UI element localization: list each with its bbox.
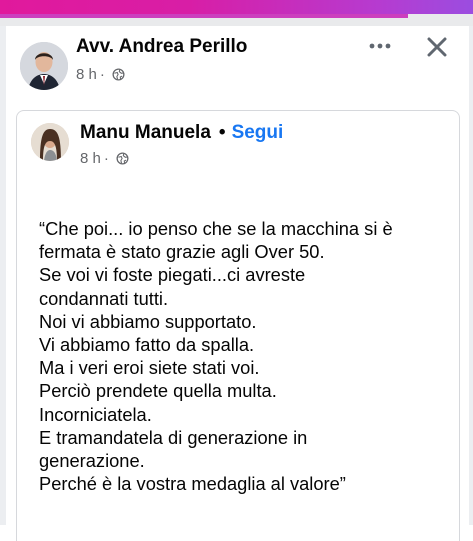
shared-author-avatar[interactable] [31, 123, 69, 161]
more-options-button[interactable] [362, 32, 398, 60]
close-icon [427, 37, 447, 57]
top-gradient-band [0, 0, 473, 14]
author-follow-separator: • [218, 122, 226, 143]
shared-post-meta: 8 h · [80, 150, 129, 167]
post-text-line: Perché è la vostra medaglia al valore” [39, 473, 346, 495]
post-text-line: Ma i veri eroi siete stati voi. [39, 357, 260, 379]
post-text-line: Vi abbiamo fatto da spalla. [39, 334, 255, 356]
post-text: “Che poi... io penso che se la macchina … [39, 217, 459, 495]
post-text-line: Incorniciatela. [39, 403, 152, 425]
more-horizontal-icon [369, 43, 391, 49]
post-text-line: Perciò prendete quella multa. [39, 380, 277, 402]
shared-post-card[interactable]: Manu Manuela • Segui 8 h · “Che poi... i… [16, 110, 460, 541]
shared-meta-separator: · [103, 150, 109, 167]
globe-icon [112, 68, 125, 81]
follow-button[interactable]: Segui [232, 122, 284, 144]
post-meta: 8 h · [76, 66, 125, 83]
post-text-line: condannati tutti. [39, 287, 169, 309]
shared-author-avatar-image [31, 123, 69, 161]
shared-author-name[interactable]: Manu Manuela [80, 122, 211, 144]
post-meta-separator: · [99, 66, 105, 83]
post-text-line: Noi vi abbiamo supportato. [39, 310, 257, 332]
globe-icon [116, 152, 129, 165]
post-text-line: generazione. [39, 450, 145, 472]
post-time[interactable]: 8 h [76, 66, 97, 83]
post-text-line: E tramandatela di generazione in [39, 426, 308, 448]
post-text-line: “Che poi... io penso che se la macchina … [39, 218, 393, 239]
close-button[interactable] [422, 32, 452, 62]
shared-author-line: Manu Manuela • Segui [80, 122, 283, 144]
post-author-name[interactable]: Avv. Andrea Perillo [76, 36, 247, 58]
shared-post-time[interactable]: 8 h [80, 150, 101, 167]
post-text-line: Se voi vi foste piegati...ci avreste [39, 264, 306, 286]
author-avatar-image [20, 42, 68, 90]
top-pink-bar [0, 14, 408, 18]
post-card: Avv. Andrea Perillo 8 h · Manu Manuela •… [6, 26, 469, 541]
post-text-line: fermata è stato grazie agli Over 50. [39, 241, 325, 263]
right-margin [469, 26, 473, 525]
author-avatar[interactable] [20, 42, 68, 90]
